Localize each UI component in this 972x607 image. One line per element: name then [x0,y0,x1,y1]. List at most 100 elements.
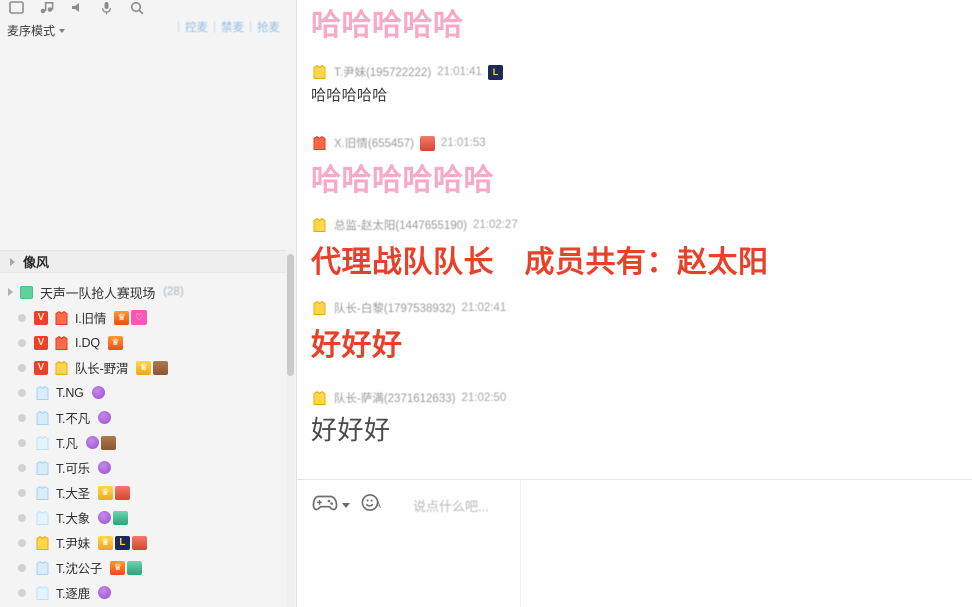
message-sender[interactable]: T.尹妹(195722222) [334,64,431,80]
message-text: 代理战队队长 成员共有：赵太阳 [311,246,769,279]
member-row[interactable]: T.不凡 [0,405,289,430]
member-name: T.大象 [56,512,90,526]
emoji-face-icon[interactable]: A [360,492,383,518]
message-input[interactable] [297,530,972,607]
room-row[interactable]: 天声一队抢人赛现场 (28) [0,281,289,303]
member-row[interactable]: V I.DQ ♛ [0,330,289,355]
chat-message[interactable]: X.旧情(655457) 21:01:53 哈哈哈哈哈哈 [297,133,972,199]
level-badge-icon: L [114,535,130,550]
search-icon[interactable] [128,0,145,16]
input-toolbar: A 说点什么吧... [297,480,972,530]
group-header[interactable]: 像风 [0,250,289,273]
message-timestamp: 21:01:41 [437,66,482,78]
member-status-dot [18,438,26,447]
mic-mode-selector[interactable]: 麦序模式 [7,22,66,39]
member-name: T.逐鹿 [56,587,90,601]
chat-panel: 哈哈哈哈哈 T.尹妹(195722222) 21:01:41 L 哈哈哈哈哈 X.旧情(6… [297,0,972,607]
divider: | [213,21,216,33]
member-badges [97,411,111,424]
member-badges [97,461,111,474]
message-header: 队长-萨满(2371612633) 21:02:50 [311,388,972,408]
member-status-dot [18,413,26,422]
green-badge-icon [112,510,128,525]
crown-red-icon: ♛ [107,335,123,350]
crown-yellow-icon: ♛ [97,485,113,500]
member-row[interactable]: T.NG [0,380,289,405]
mic-mute-link[interactable]: 禁麦 [221,19,244,35]
purple-orb-icon [97,411,111,424]
member-badges [97,510,128,525]
music-icon[interactable] [38,0,55,16]
sender-avatar-shirt-icon [311,300,328,316]
message-sender[interactable]: X.旧情(655457) [334,135,414,151]
member-row[interactable]: T.沈公子 ♛ [0,555,289,580]
member-avatar-shirt-icon [53,335,70,351]
divider: | [177,21,180,33]
message-header: 队长-白黎(1797538932) 21:02:41 [311,298,972,318]
message-sender[interactable]: 总监-赵太阳(1447655190) [334,217,467,233]
chevron-down-icon [59,29,66,33]
purple-orb-icon [97,511,111,524]
member-badges [91,386,105,399]
purple-orb-icon [97,586,111,599]
mic-control-link[interactable]: 控麦 [185,19,208,35]
message-sender[interactable]: 队长-白黎(1797538932) [334,300,455,316]
purple-orb-icon [97,461,111,474]
voice-chat-room-window: 麦序模式 | 控麦 | 禁麦 | 抢麦 像风 天声一队抢人赛现场 (28) V I… [0,0,972,607]
sidebar-scrollbar[interactable] [286,250,295,607]
purple-orb-icon [91,386,105,399]
vip-badge-icon: V [34,335,48,350]
crown-red-icon: ♛ [110,560,126,575]
member-row[interactable]: V I.旧情 ♛ ♡ [0,305,289,330]
member-list[interactable]: V I.旧情 ♛ ♡ V I.DQ ♛ V 队长-野渭 ♛ T.NG T.不凡 T.凡 T.可乐 T.大圣 ♛… [0,305,289,607]
message-list[interactable]: 哈哈哈哈哈 T.尹妹(195722222) 21:01:41 L 哈哈哈哈哈 X.旧情(6… [297,0,972,479]
member-badges [97,586,111,599]
gamepad-icon[interactable] [311,493,338,517]
message-text: 哈哈哈哈哈哈 [311,164,494,197]
member-status-dot [18,538,26,547]
member-badges [85,435,116,450]
sender-avatar-shirt-icon [311,135,328,151]
member-row[interactable]: T.凡 [0,430,289,455]
member-status-dot [18,488,26,497]
member-avatar-shirt-icon [34,485,51,501]
member-avatar-shirt-icon [34,585,51,601]
volume-icon[interactable] [68,0,85,16]
red-badge-icon [131,535,147,550]
chevron-right-icon [10,257,15,266]
mic-action-links: | 控麦 | 禁麦 | 抢麦 [172,19,280,35]
member-row[interactable]: T.大象 [0,505,289,530]
gamepad-menu[interactable] [311,493,350,517]
window-icon[interactable] [8,0,25,16]
member-name: I.旧情 [75,312,107,326]
member-status-dot [18,363,26,372]
chat-message[interactable]: 队长-白黎(1797538932) 21:02:41 好好好 [297,298,972,364]
sidebar-scroll-thumb[interactable] [287,254,294,376]
red-badge-icon [419,135,435,151]
divider: | [249,21,252,33]
group-title: 像风 [23,255,50,270]
member-name: T.NG [56,385,84,400]
member-status-dot [18,463,26,472]
mic-icon[interactable] [98,0,115,16]
chat-message[interactable]: T.尹妹(195722222) 21:01:41 L 哈哈哈哈哈 [297,62,972,105]
member-row[interactable]: T.尹妹 ♛ L [0,530,289,555]
member-row[interactable]: T.可乐 [0,455,289,480]
member-name: T.尹妹 [56,537,90,551]
member-row[interactable]: V 队长-野渭 ♛ [0,355,289,380]
chat-message[interactable]: 总监-赵太阳(1447655190) 21:02:27 代理战队队长 成员共有：赵太… [297,215,972,281]
mic-grab-link[interactable]: 抢麦 [257,19,280,35]
member-row[interactable]: T.大圣 ♛ [0,480,289,505]
member-avatar-shirt-icon [53,360,70,376]
member-name: T.大圣 [56,487,90,501]
chat-message[interactable]: 队长-萨满(2371612633) 21:02:50 好好好 [297,388,972,447]
message-timestamp: 21:01:53 [440,137,486,149]
message-text: 哈哈哈哈哈 [311,9,464,42]
member-status-dot [18,388,26,397]
member-name: T.可乐 [56,462,90,476]
message-sender[interactable]: 队长-萨满(2371612633) [334,390,455,406]
chevron-down-icon[interactable] [342,502,350,508]
sender-avatar-shirt-icon [311,390,328,406]
member-row[interactable]: T.逐鹿 [0,580,289,605]
chat-message[interactable]: 哈哈哈哈哈 [297,0,972,44]
